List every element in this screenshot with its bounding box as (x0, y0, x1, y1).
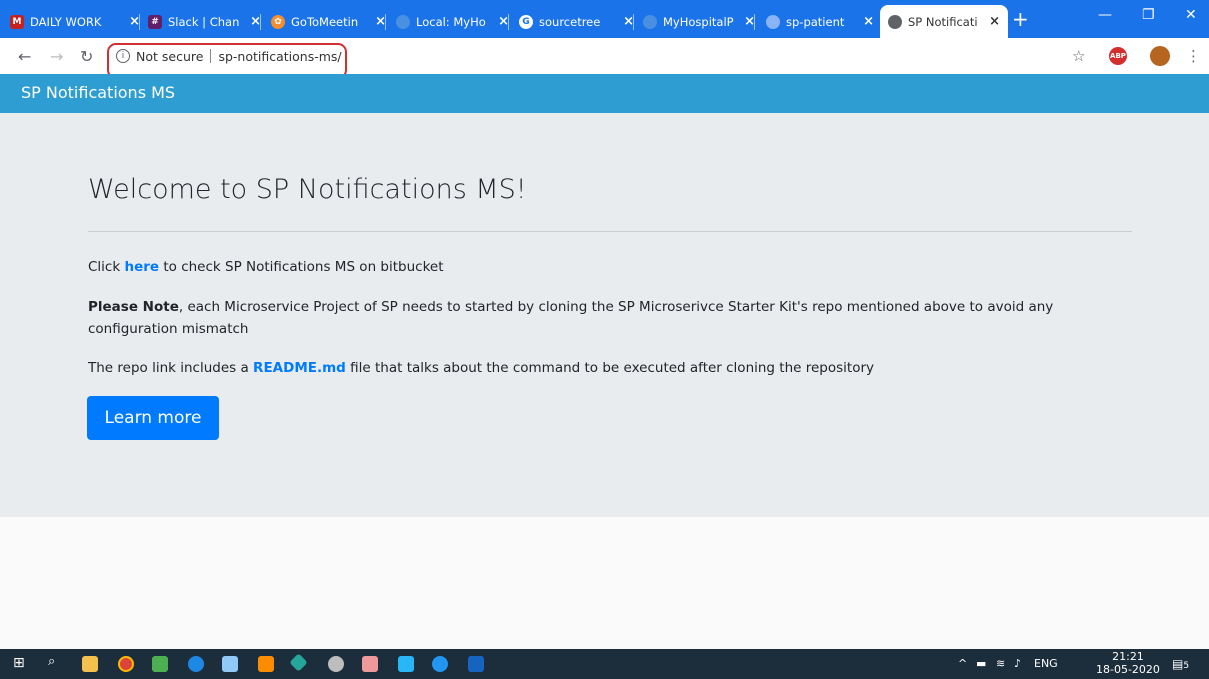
edge-icon[interactable] (432, 656, 448, 672)
back-icon[interactable]: ← (18, 47, 31, 66)
app-icon[interactable] (362, 656, 378, 672)
here-link[interactable]: here (124, 259, 159, 275)
windows-start-icon[interactable]: ⊞ (13, 655, 29, 671)
navbar-brand[interactable]: SP Notifications MS (21, 83, 175, 102)
sourcetree-icon[interactable] (289, 653, 308, 672)
note-bold: Please Note (88, 299, 179, 315)
tab-label: sourcetree (539, 14, 601, 29)
tab-sp-notifications[interactable]: SP Notificati × (880, 5, 1008, 38)
battery-icon[interactable]: ▬ (976, 657, 986, 670)
close-tab-icon[interactable]: × (744, 14, 755, 29)
forward-icon[interactable]: → (50, 47, 63, 66)
gmail-icon: M (10, 14, 24, 29)
learn-more-button[interactable]: Learn more (87, 396, 219, 440)
notification-count: 5 (1183, 661, 1190, 671)
search-icon[interactable]: ⌕ (48, 654, 64, 670)
browser-tab-strip: M DAILY WORK × # Slack | Chan × ✿ GoToMe… (0, 0, 1209, 38)
time: 21:21 (1112, 650, 1144, 663)
close-tab-icon[interactable]: × (129, 14, 140, 29)
file-explorer-icon[interactable] (82, 656, 98, 672)
chrome-icon[interactable] (118, 656, 134, 672)
restore-icon[interactable]: ❐ (1142, 7, 1155, 23)
new-tab-icon[interactable]: + (1012, 9, 1029, 29)
avatar[interactable] (1150, 46, 1170, 66)
close-tab-icon[interactable]: × (250, 14, 261, 29)
repo-paragraph: The repo link includes a README.md file … (88, 357, 874, 380)
globe-icon (396, 14, 410, 29)
close-tab-icon[interactable]: × (375, 14, 386, 29)
close-tab-icon[interactable]: × (498, 14, 509, 29)
divider (88, 231, 1132, 232)
volume-icon[interactable]: ♪ (1014, 657, 1021, 670)
text: , each Microservice Project of SP needs … (178, 299, 1054, 315)
globe-icon (643, 14, 657, 29)
reload-icon[interactable]: ↻ (80, 47, 93, 66)
adblock-icon[interactable]: ABP (1109, 47, 1127, 65)
photos-icon[interactable] (398, 656, 414, 672)
close-tab-icon[interactable]: × (623, 14, 634, 29)
slack-icon: # (148, 14, 162, 29)
tab-label: sp-patient (786, 14, 845, 29)
text: Click (88, 259, 125, 275)
readme-link[interactable]: README.md (253, 360, 346, 376)
tab-myhospitalp[interactable]: MyHospitalP × (643, 5, 755, 38)
tab-gotomeeting[interactable]: ✿ GoToMeetin × (271, 5, 386, 38)
xampp-icon[interactable] (258, 656, 274, 672)
word-icon[interactable] (468, 656, 484, 672)
close-tab-icon[interactable]: × (989, 14, 1000, 29)
tab-label: GoToMeetin (291, 14, 359, 29)
wifi-icon[interactable]: ≋ (996, 657, 1005, 670)
tab-label: DAILY WORK (30, 14, 102, 29)
language-indicator[interactable]: ENG (1034, 657, 1058, 670)
taskbar: ⊞ ⌕ ^ ▬ ≋ ♪ ENG 21:21 18-05-2020 ▤5 (0, 649, 1209, 679)
page-title: Welcome to SP Notifications MS! (88, 174, 527, 205)
app-icon[interactable] (222, 656, 238, 672)
note-paragraph: Please Note, each Microservice Project o… (88, 296, 1053, 319)
globe-icon (888, 14, 902, 29)
site-navbar: SP Notifications MS (0, 74, 1209, 113)
clock[interactable]: 21:21 18-05-2020 (1096, 650, 1160, 676)
tab-local-myho[interactable]: Local: MyHo × (396, 5, 509, 38)
tab-label: MyHospitalP (663, 14, 734, 29)
paint-icon[interactable] (328, 656, 344, 672)
chevron-up-icon[interactable]: ^ (958, 657, 967, 670)
app-icon[interactable] (152, 656, 168, 672)
tab-label: SP Notificati (908, 14, 978, 29)
minimize-icon[interactable]: — (1098, 7, 1112, 23)
menu-icon[interactable]: ⋮ (1186, 47, 1201, 65)
tab-label: Slack | Chan (168, 14, 240, 29)
globe-icon (766, 14, 780, 29)
close-window-icon[interactable]: ✕ (1185, 7, 1197, 23)
tab-sp-patient[interactable]: sp-patient × (766, 5, 874, 38)
tab-label: Local: MyHo (416, 14, 486, 29)
text: file that talks about the command to be … (345, 360, 875, 376)
tab-daily-work[interactable]: M DAILY WORK × (10, 5, 140, 38)
bitbucket-line: Click here to check SP Notifications MS … (88, 256, 444, 279)
text: configuration mismatch (88, 321, 249, 337)
tab-slack[interactable]: # Slack | Chan × (148, 5, 261, 38)
google-icon: G (519, 14, 533, 29)
close-tab-icon[interactable]: × (863, 14, 874, 29)
tab-sourcetree[interactable]: G sourcetree × (519, 5, 634, 38)
star-icon[interactable]: ☆ (1072, 47, 1085, 65)
text: to check SP Notifications MS on bitbucke… (159, 259, 444, 275)
maps-icon[interactable] (188, 656, 204, 672)
gotomeeting-icon: ✿ (271, 14, 285, 29)
date: 18-05-2020 (1096, 663, 1160, 676)
text: The repo link includes a (88, 360, 254, 376)
notification-icon[interactable]: ▤5 (1172, 657, 1189, 671)
note-paragraph-cont: configuration mismatch (88, 318, 248, 341)
